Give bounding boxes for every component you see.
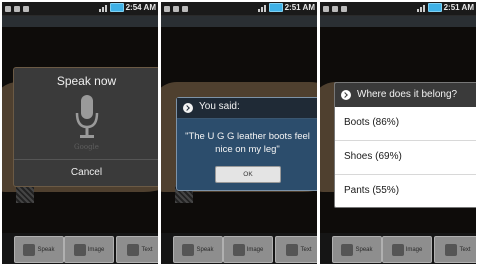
bottom-toolbar: Speak Image Text [320, 233, 476, 264]
signal-icon [257, 4, 267, 12]
notification-icon [173, 5, 179, 12]
text-label: Text [141, 246, 153, 253]
camera-icon [73, 243, 86, 256]
microphone-icon [341, 243, 354, 256]
app-icon [182, 5, 188, 12]
image-label: Image [87, 246, 105, 253]
microphone-icon [182, 243, 195, 256]
notification-icons [5, 4, 29, 13]
text-icon [286, 243, 299, 256]
speak-button[interactable]: Speak [332, 236, 382, 263]
status-time: 2:51 AM [443, 3, 474, 12]
camera-icon [232, 243, 245, 256]
battery-icon [109, 3, 124, 12]
battery-icon [268, 3, 283, 12]
text-button[interactable]: Text [116, 236, 158, 263]
speak-now-dialog: Speak now Google Cancel [13, 67, 158, 187]
status-time: 2:54 AM [125, 3, 156, 12]
option-label: Shoes (69%) [344, 151, 402, 162]
microphone-icon [23, 243, 36, 256]
dialog-title: Where does it belong? [357, 89, 458, 100]
battery-icon [427, 3, 442, 12]
app-icon [23, 5, 29, 12]
text-button[interactable]: Text [434, 236, 476, 263]
notification-icons [164, 4, 188, 13]
you-said-dialog: You said: "The U G G leather boots feel … [176, 97, 317, 191]
image-label: Image [405, 246, 423, 253]
image-button[interactable]: Image [382, 236, 432, 263]
signal-icon [98, 4, 108, 12]
microphone-icon [75, 95, 99, 138]
status-bar: 2:51 AM [320, 2, 476, 16]
signal-icon [416, 4, 426, 12]
dialog-header: You said: [177, 98, 317, 119]
status-time: 2:51 AM [284, 3, 315, 12]
notification-icon [14, 5, 20, 12]
chevron-right-icon [183, 103, 193, 113]
status-bar: 2:51 AM [161, 2, 317, 16]
image-button[interactable]: Image [64, 236, 114, 263]
usb-icon [5, 5, 11, 12]
camera-icon [391, 243, 404, 256]
bottom-toolbar: Speak Image Text [161, 233, 317, 264]
phone-screen-speak-now: 2:54 AM Speak now Google Cancel Speak Im… [2, 2, 158, 264]
notification-icons [323, 4, 347, 13]
where-belong-dialog: Where does it belong? Boots (86%) Shoes … [334, 82, 476, 208]
usb-icon [323, 5, 329, 12]
status-bar: 2:54 AM [2, 2, 158, 16]
bottom-toolbar: Speak Image Text [2, 233, 158, 264]
text-icon [445, 243, 458, 256]
speak-label: Speak [355, 246, 373, 253]
app-title-bar [320, 16, 476, 27]
option-label: Pants (55%) [344, 185, 400, 196]
phone-screen-where-belong: 2:51 AM Where does it belong? Boots (86%… [320, 2, 476, 264]
text-icon [127, 243, 140, 256]
dialog-header: Where does it belong? [335, 83, 476, 107]
text-button[interactable]: Text [275, 236, 317, 263]
speak-button[interactable]: Speak [14, 236, 64, 263]
text-label: Text [300, 246, 312, 253]
dialog-title: Speak now [56, 74, 117, 88]
option-pants[interactable]: Pants (55%) [335, 175, 476, 207]
cancel-button[interactable]: Cancel [14, 160, 158, 186]
usb-icon [164, 5, 170, 12]
speak-label: Speak [37, 246, 55, 253]
option-boots[interactable]: Boots (86%) [335, 107, 476, 141]
recognized-text: "The U G G leather boots feel nice on my… [185, 131, 310, 155]
option-shoes[interactable]: Shoes (69%) [335, 141, 476, 175]
app-icon [341, 5, 347, 12]
speak-button[interactable]: Speak [173, 236, 223, 263]
text-label: Text [459, 246, 471, 253]
barcode-image [16, 185, 34, 203]
google-logo-text: Google [74, 143, 99, 151]
phone-screen-you-said: 2:51 AM You said: "The U G G leather boo… [161, 2, 317, 264]
option-label: Boots (86%) [344, 117, 400, 128]
app-title-bar [2, 16, 158, 27]
app-title-bar [161, 16, 317, 27]
notification-icon [332, 5, 338, 12]
ok-button[interactable]: OK [215, 166, 281, 183]
chevron-right-icon [341, 90, 351, 100]
dialog-title: You said: [199, 101, 240, 112]
image-button[interactable]: Image [223, 236, 273, 263]
image-label: Image [246, 246, 264, 253]
speak-label: Speak [196, 246, 214, 253]
